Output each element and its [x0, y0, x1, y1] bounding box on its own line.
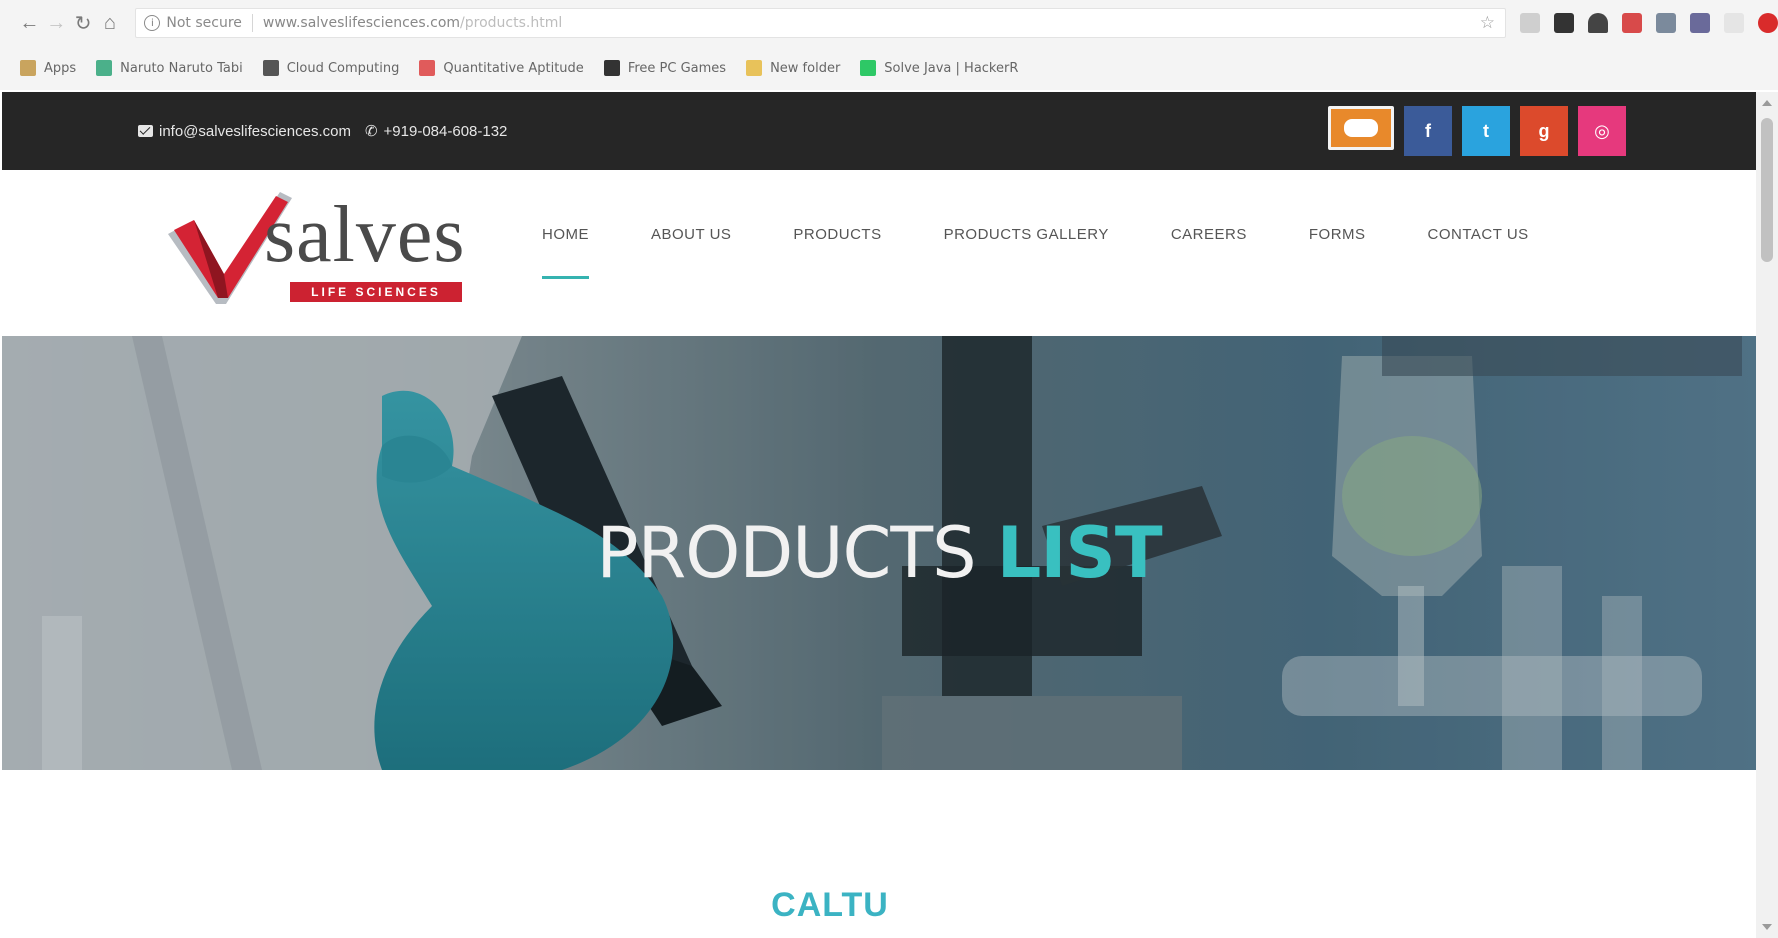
apps-grid-icon — [20, 60, 36, 76]
bookmark-icon — [419, 60, 436, 76]
nav-item-contact-us[interactable]: CONTACT US — [1428, 226, 1529, 243]
extension-icon[interactable] — [1690, 13, 1711, 33]
hero-title: PRODUCTS LIST — [2, 512, 1756, 594]
bookmark-label: Quantitative Aptitude — [443, 60, 584, 76]
nav-item-careers[interactable]: CAREERS — [1171, 226, 1247, 243]
bookmark-label: New folder — [770, 60, 841, 76]
bookmark-label: Cloud Computing — [286, 60, 400, 76]
chat-button[interactable] — [1328, 106, 1394, 150]
envelope-icon — [138, 125, 153, 137]
extension-icon[interactable] — [1656, 13, 1677, 33]
facebook-icon: f — [1425, 120, 1431, 141]
scroll-down-arrow-icon[interactable] — [1762, 924, 1772, 930]
book-icon — [262, 60, 279, 76]
hackerrank-icon — [860, 60, 877, 76]
url-host: www.salveslifesciences.com — [262, 15, 461, 31]
download-icon[interactable] — [1588, 13, 1609, 33]
bookmark-label: Free PC Games — [627, 60, 727, 76]
hero-title-accent: LIST — [996, 512, 1163, 594]
folder-icon — [746, 60, 763, 76]
twitter-button[interactable]: t — [1462, 106, 1510, 156]
nav-item-about-us[interactable]: ABOUT US — [651, 226, 731, 243]
extension-icon[interactable] — [1622, 13, 1643, 33]
security-label: Not secure — [166, 15, 242, 31]
site-header: salves LIFE SCIENCES HOME ABOUT US PRODUCT… — [2, 170, 1756, 336]
back-arrow-icon[interactable]: ← — [16, 9, 43, 37]
page-root: ← → ↻ ⌂ i Not secure www.salveslifescien… — [0, 0, 1778, 938]
home-icon[interactable]: ⌂ — [97, 9, 124, 37]
browser-toolbar: ← → ↻ ⌂ i Not secure www.salveslifescien… — [0, 0, 1778, 46]
phone-icon: ✆ — [364, 123, 378, 140]
gamepad-icon — [603, 60, 620, 76]
logo-tagline: LIFE SCIENCES — [290, 282, 462, 302]
scrollbar-thumb[interactable] — [1761, 118, 1773, 262]
twitter-icon: t — [1483, 120, 1489, 141]
product-heading: CALTU — [771, 886, 889, 924]
main-nav: HOME ABOUT US PRODUCTS PRODUCTS GALLERY CARE… — [542, 226, 1591, 279]
extension-icon[interactable] — [1520, 13, 1541, 33]
nav-item-products-gallery[interactable]: PRODUCTS GALLERY — [944, 226, 1109, 243]
google-plus-button[interactable]: g — [1520, 106, 1568, 156]
nav-item-home[interactable]: HOME — [542, 226, 589, 279]
chat-bubble-icon — [1344, 119, 1378, 137]
nav-item-forms[interactable]: FORMS — [1309, 226, 1366, 243]
google-plus-icon: g — [1538, 120, 1550, 141]
heart-icon — [96, 60, 113, 76]
bookmark-item[interactable]: New folder — [746, 60, 840, 76]
facebook-button[interactable]: f — [1404, 106, 1452, 156]
bookmark-item[interactable]: Apps — [20, 60, 76, 76]
logo-wordmark: salves — [264, 191, 466, 279]
scroll-up-arrow-icon[interactable] — [1762, 100, 1772, 106]
bookmark-star-icon[interactable]: ☆ — [1480, 13, 1495, 33]
social-links: f t g ◎ — [1328, 106, 1626, 156]
bookmark-label: Apps — [44, 60, 77, 76]
extension-icons — [1520, 13, 1778, 33]
instagram-button[interactable]: ◎ — [1578, 106, 1626, 156]
hero-title-main: PRODUCTS — [596, 512, 997, 594]
contact-phone[interactable]: +919-084-608-132 — [384, 123, 508, 140]
bookmark-label: Solve Java | HackerR — [884, 60, 1019, 76]
bookmarks-bar: Apps Naruto Naruto Tabi Cloud Computing Qua… — [0, 46, 1778, 90]
extension-icon[interactable] — [1724, 13, 1745, 33]
forward-arrow-icon[interactable]: → — [43, 9, 70, 37]
bookmark-item[interactable]: Cloud Computing — [262, 60, 400, 76]
site-topbar: info@salveslifesciences.com ✆ +919-084-6… — [2, 92, 1756, 170]
extension-icon[interactable] — [1554, 13, 1575, 33]
bookmark-label: Naruto Naruto Tabi — [120, 60, 243, 76]
bookmark-item[interactable]: Quantitative Aptitude — [419, 60, 584, 76]
page-scrollbar[interactable] — [1756, 92, 1778, 938]
bookmark-item[interactable]: Naruto Naruto Tabi — [96, 60, 243, 76]
reload-icon[interactable]: ↻ — [70, 9, 97, 37]
info-icon[interactable]: i — [144, 15, 161, 31]
site-logo[interactable]: salves LIFE SCIENCES — [164, 186, 466, 310]
nav-item-products[interactable]: PRODUCTS — [793, 226, 881, 243]
bookmark-item[interactable]: Free PC Games — [603, 60, 727, 76]
url-path: /products.html — [460, 15, 563, 31]
instagram-icon: ◎ — [1594, 120, 1610, 141]
opera-icon[interactable] — [1758, 13, 1778, 33]
bookmark-item[interactable]: Solve Java | HackerR — [860, 60, 1018, 76]
contact-info: info@salveslifesciences.com ✆ +919-084-6… — [138, 122, 507, 140]
contact-email[interactable]: info@salveslifesciences.com — [159, 123, 351, 140]
hero-banner: PRODUCTS LIST — [2, 336, 1756, 770]
address-bar[interactable]: i Not secure www.salveslifesciences.com … — [135, 8, 1507, 38]
